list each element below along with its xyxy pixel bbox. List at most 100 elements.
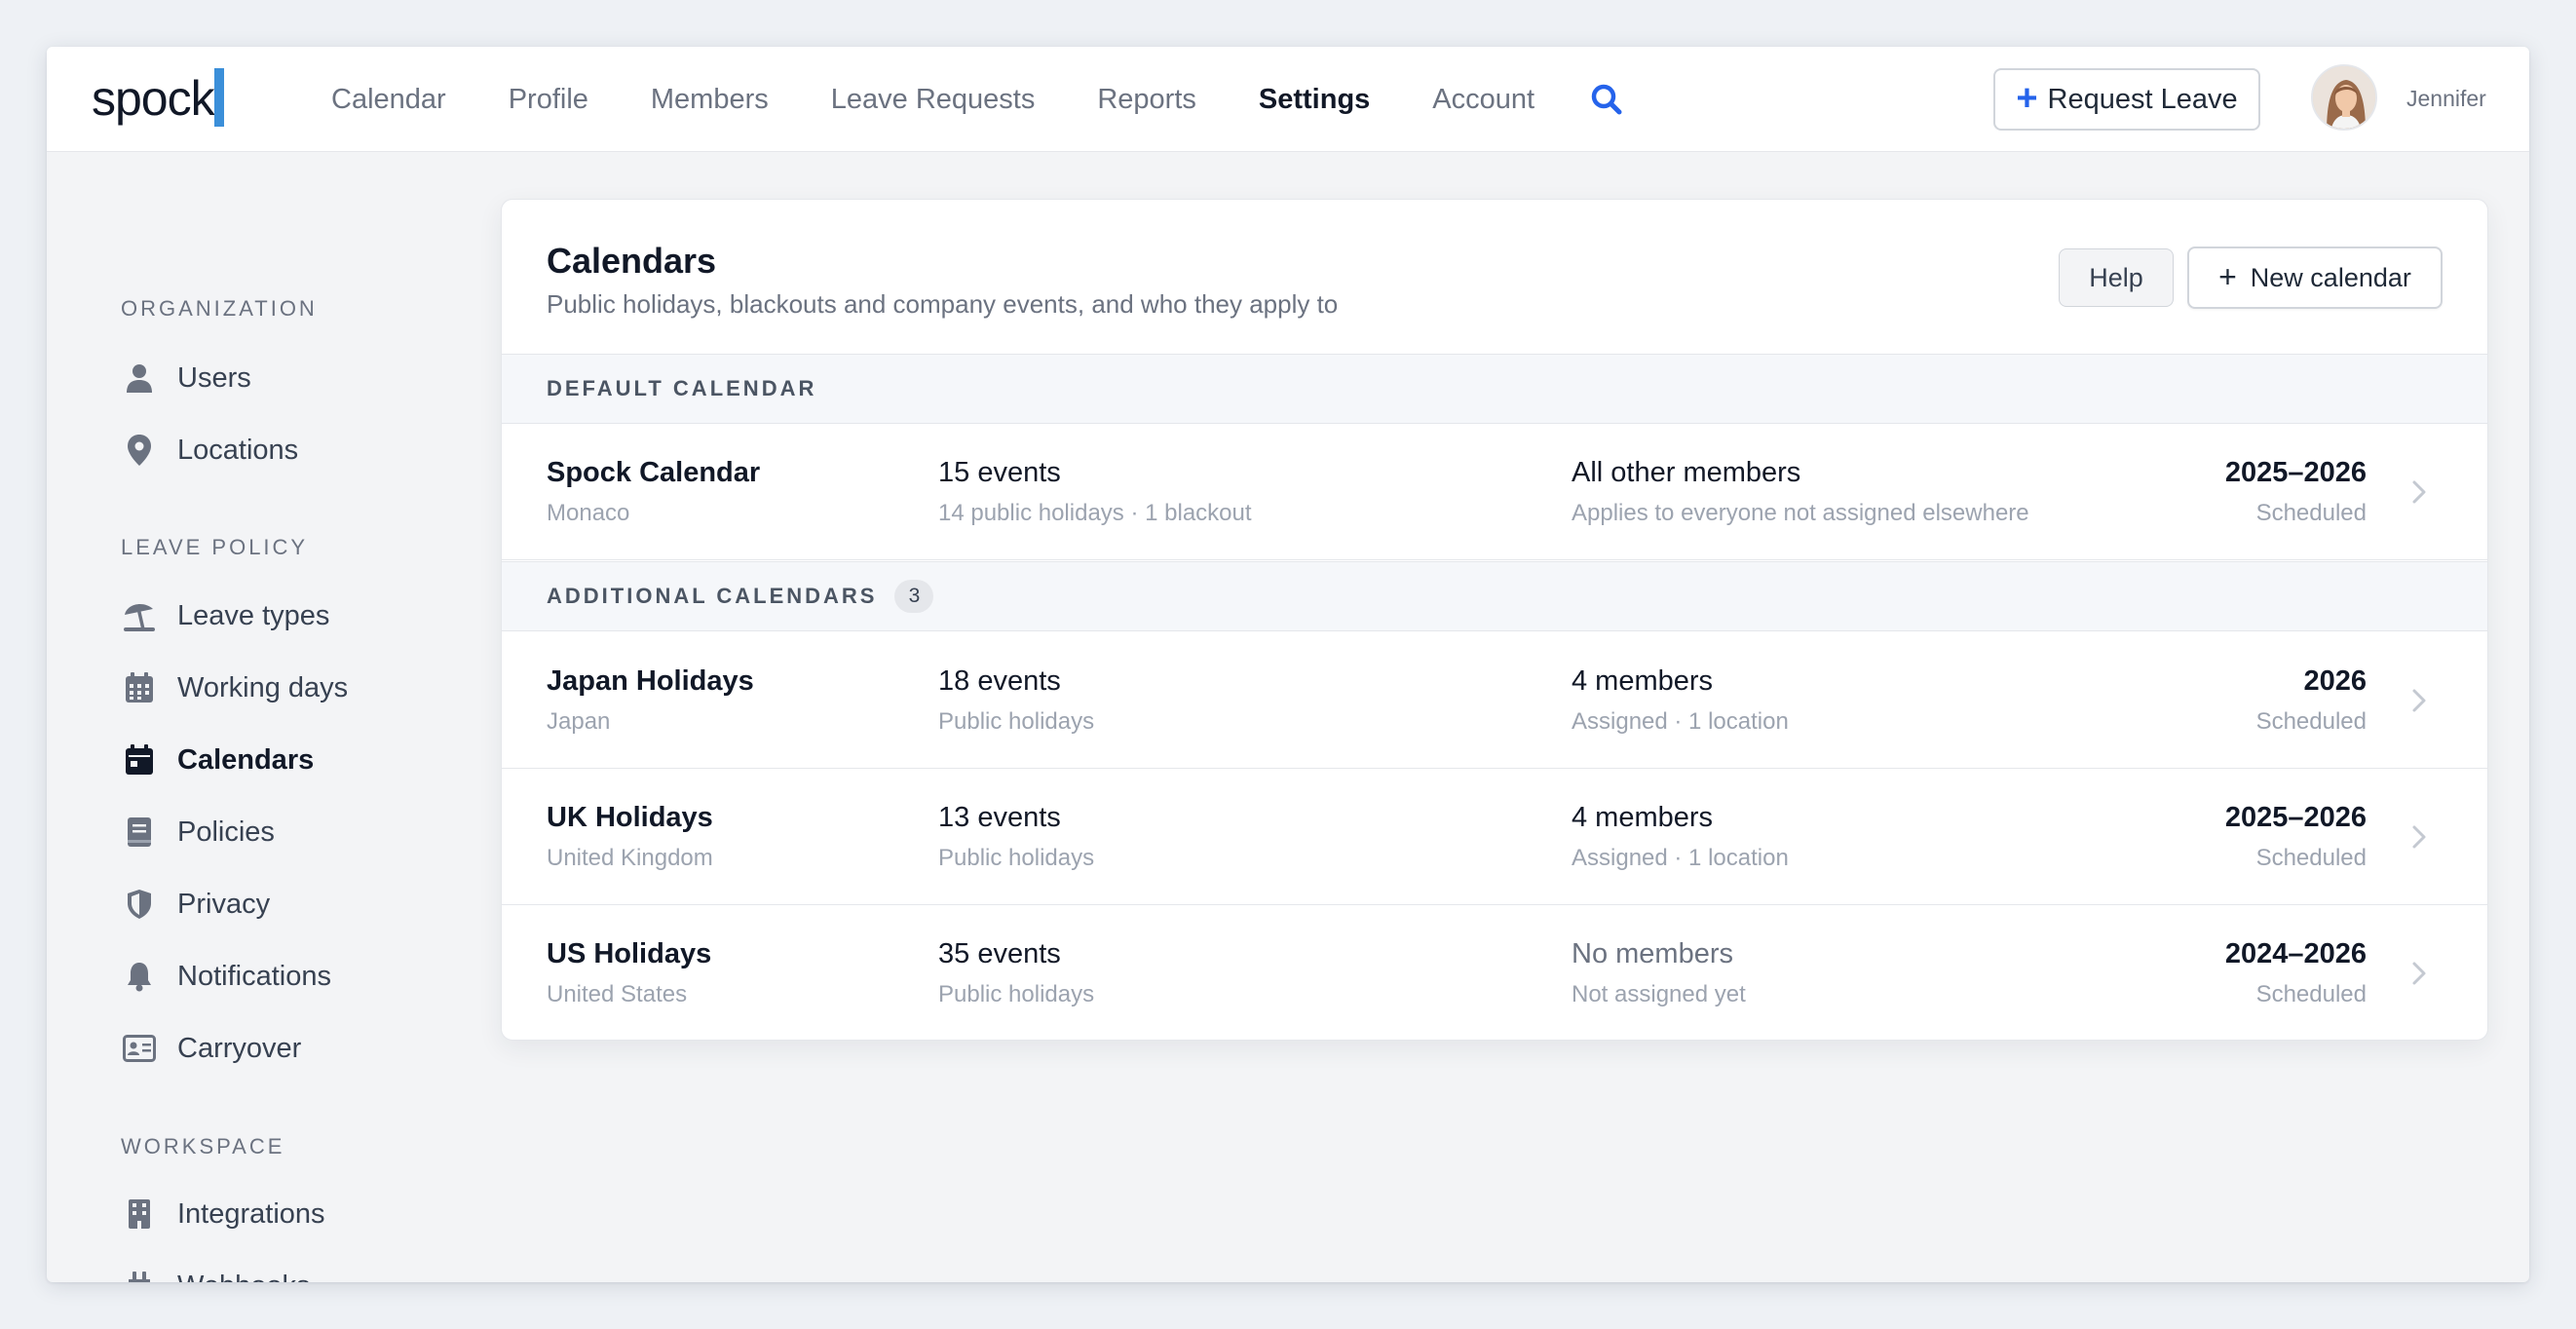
plug-icon — [121, 1268, 158, 1282]
calendar-members-detail: Assigned · 1 location — [1572, 708, 1789, 735]
sidebar-item-label: Leave types — [177, 599, 330, 631]
calendar-years: 2025–2026 — [2224, 457, 2367, 488]
building-icon — [121, 1196, 158, 1233]
bell-icon — [121, 958, 158, 995]
sidebar-item-label: Users — [177, 361, 251, 394]
calendar-events: 35 events — [938, 938, 1061, 969]
calendar-row-uk[interactable]: UK Holidays United Kingdom 13 events Pub… — [502, 769, 2487, 905]
section-label: ADDITIONAL CALENDARS — [547, 584, 878, 608]
nav-members[interactable]: Members — [651, 47, 769, 152]
sidebar-item-working-days[interactable]: Working days — [121, 663, 348, 713]
nav-settings[interactable]: Settings — [1259, 47, 1370, 152]
calendar-events-detail: Public holidays — [938, 708, 1095, 735]
user-avatar[interactable] — [2311, 64, 2377, 131]
page-subtitle: Public holidays, blackouts and company e… — [547, 289, 1339, 319]
settings-sidebar: ORGANIZATION Users Locations LEAVE POLIC… — [47, 152, 495, 1282]
calendar-name: US Holidays — [547, 938, 712, 969]
sidebar-section-organization: ORGANIZATION — [121, 296, 318, 321]
sidebar-item-policies[interactable]: Policies — [121, 807, 275, 857]
calendars-card: Calendars Public holidays, blackouts and… — [501, 199, 2488, 1041]
help-button[interactable]: Help — [2059, 248, 2174, 307]
sidebar-item-locations[interactable]: Locations — [121, 425, 298, 475]
logo-accent-bar — [214, 68, 224, 127]
sidebar-item-leave-types[interactable]: Leave types — [121, 590, 329, 641]
plus-icon: + — [2218, 258, 2237, 294]
calendar-country: Japan — [547, 708, 611, 735]
calendar-country: United Kingdom — [547, 845, 713, 871]
count-badge: 3 — [894, 580, 934, 613]
nav-account[interactable]: Account — [1432, 47, 1534, 152]
calendar-members-detail: Assigned · 1 location — [1572, 845, 1789, 871]
chevron-right-icon — [2412, 689, 2426, 712]
chevron-right-icon — [2412, 480, 2426, 504]
calendar-members-detail: Not assigned yet — [1572, 981, 1746, 1007]
calendar-icon — [121, 741, 158, 778]
section-label: DEFAULT CALENDAR — [547, 376, 817, 400]
spock-logo[interactable]: spock — [92, 68, 215, 129]
sidebar-item-label: Working days — [177, 671, 349, 703]
calendar-row-japan[interactable]: Japan Holidays Japan 18 events Public ho… — [502, 632, 2487, 769]
calendar-members-detail: Applies to everyone not assigned elsewhe… — [1572, 500, 2029, 526]
user-icon — [121, 360, 158, 397]
calendar-status: Scheduled — [2255, 981, 2367, 1007]
nav-leave-requests[interactable]: Leave Requests — [831, 47, 1036, 152]
sidebar-item-label: Integrations — [177, 1197, 325, 1230]
request-leave-label: Request Leave — [2047, 83, 2238, 115]
calendar-name: Japan Holidays — [547, 665, 754, 697]
calendar-years: 2024–2026 — [2224, 938, 2367, 969]
id-card-icon — [121, 1030, 158, 1067]
calendar-events-detail: Public holidays — [938, 845, 1095, 871]
plus-icon: + — [2016, 77, 2038, 119]
shield-icon — [121, 886, 158, 923]
calendar-name: UK Holidays — [547, 802, 713, 833]
chevron-right-icon — [2412, 825, 2426, 849]
beach-umbrella-icon — [121, 597, 158, 634]
app-window: spock Calendar Profile Members Leave Req… — [47, 47, 2529, 1282]
calendar-row-us[interactable]: US Holidays United States 35 events Publ… — [502, 905, 2487, 1040]
sidebar-item-label: Calendars — [177, 743, 315, 776]
additional-calendars-header: ADDITIONAL CALENDARS 3 — [502, 561, 2487, 631]
sidebar-item-users[interactable]: Users — [121, 353, 251, 403]
sidebar-item-webhooks[interactable]: Webhooks — [121, 1261, 311, 1282]
nav-profile[interactable]: Profile — [509, 47, 588, 152]
sidebar-section-workspace: WORKSPACE — [121, 1134, 285, 1158]
nav-calendar[interactable]: Calendar — [331, 47, 446, 152]
sidebar-item-calendars[interactable]: Calendars — [121, 735, 314, 785]
sidebar-item-privacy[interactable]: Privacy — [121, 879, 270, 930]
sidebar-item-label: Webhooks — [177, 1271, 311, 1283]
new-calendar-label: New calendar — [2250, 262, 2411, 292]
calendar-status: Scheduled — [2255, 708, 2367, 735]
sidebar-item-label: Notifications — [177, 960, 331, 992]
calendar-events-detail: Public holidays — [938, 981, 1095, 1007]
main-nav: Calendar Profile Members Leave Requests … — [331, 47, 1624, 152]
search-icon[interactable] — [1589, 82, 1624, 117]
sidebar-section-leave-policy: LEAVE POLICY — [121, 535, 309, 559]
sidebar-item-label: Carryover — [177, 1032, 302, 1064]
calendar-events: 13 events — [938, 802, 1061, 833]
calendar-members: All other members — [1572, 457, 1801, 488]
nav-reports[interactable]: Reports — [1097, 47, 1196, 152]
calendar-years: 2025–2026 — [2224, 802, 2367, 833]
new-calendar-button[interactable]: + New calendar — [2187, 247, 2443, 309]
sidebar-item-label: Locations — [177, 434, 299, 466]
sidebar-item-notifications[interactable]: Notifications — [121, 951, 331, 1002]
book-icon — [121, 814, 158, 851]
calendar-status: Scheduled — [2255, 500, 2367, 526]
sidebar-item-integrations[interactable]: Integrations — [121, 1189, 325, 1239]
request-leave-button[interactable]: + Request Leave — [1993, 68, 2260, 131]
calendar-years: 2026 — [2303, 665, 2367, 697]
page-title: Calendars — [547, 241, 717, 281]
calendar-name: Spock Calendar — [547, 457, 761, 488]
calendar-row-spock[interactable]: Spock Calendar Monaco 15 events 14 publi… — [502, 424, 2487, 560]
calendar-country: United States — [547, 981, 688, 1007]
calendar-members: 4 members — [1572, 665, 1714, 697]
calendar-members: 4 members — [1572, 802, 1714, 833]
top-nav-bar: spock Calendar Profile Members Leave Req… — [47, 47, 2529, 152]
calendar-events: 18 events — [938, 665, 1061, 697]
sidebar-item-carryover[interactable]: Carryover — [121, 1023, 301, 1074]
user-name[interactable]: Jennifer — [2406, 86, 2486, 112]
calendar-grid-icon — [121, 669, 158, 706]
calendar-events-detail: 14 public holidays · 1 blackout — [938, 500, 1252, 526]
calendar-events: 15 events — [938, 457, 1061, 488]
location-pin-icon — [121, 432, 158, 469]
